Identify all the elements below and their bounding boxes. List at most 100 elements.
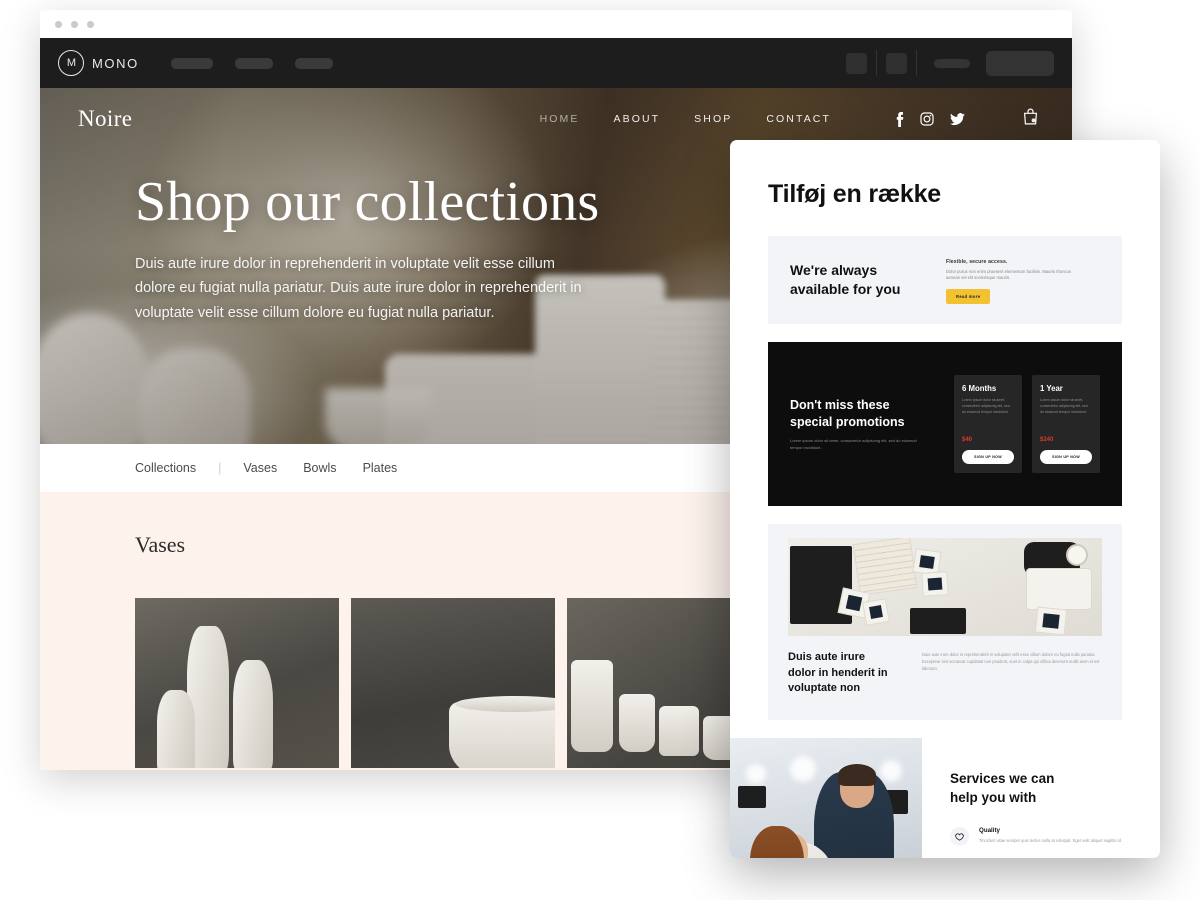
mono-logo-icon: M [58, 50, 84, 76]
screenshot-stage: M MONO Noire HOME ABOUT SHOP CONTACT Sho… [0, 0, 1200, 900]
service-quality-name: Quality [979, 827, 1000, 835]
toolbar-divider-2 [916, 50, 917, 76]
row2-heading-line1: Don't miss these [790, 397, 890, 412]
social-links [895, 111, 965, 127]
film-slide-2 [921, 571, 949, 597]
film-slide-4 [862, 598, 890, 626]
plan2-price: $240 [1040, 437, 1054, 443]
site-navbar: Noire HOME ABOUT SHOP CONTACT [40, 88, 1072, 132]
toolbar-icon-button-2[interactable] [886, 52, 907, 74]
projector-base [1026, 568, 1092, 610]
toolbar-menu-placeholders [170, 57, 333, 69]
heart-icon [950, 827, 969, 847]
row-template-image-text[interactable]: Duis aute irure dolor in henderit in vol… [768, 524, 1122, 720]
services-body: Services we can help you with Quality Ti… [922, 738, 1160, 858]
nav-link-shop[interactable]: SHOP [694, 113, 732, 125]
product-tile-vases[interactable] [135, 598, 339, 768]
cup-shape-3 [659, 706, 699, 756]
plan2-signup-button[interactable]: SIGN UP NOW [1040, 450, 1092, 464]
row2-heading-line2: special promotions [790, 415, 905, 430]
product-tile-bowls[interactable] [351, 598, 555, 768]
app-brand[interactable]: M MONO [58, 50, 139, 76]
two-people-in-store-photo [730, 738, 922, 858]
toolbar-primary-button[interactable] [986, 50, 1054, 76]
hero-subtitle: Duis aute irure dolor in reprehenderit i… [135, 256, 582, 321]
app-brand-label: MONO [92, 55, 139, 71]
services-heading-line2: help you with [950, 789, 1037, 805]
bokeh-1 [746, 764, 766, 784]
services-heading-line1: Services we can [950, 771, 1055, 786]
toolbar-menu-item-2[interactable] [234, 57, 273, 69]
instagram-icon[interactable] [920, 112, 934, 126]
facebook-icon[interactable] [895, 111, 904, 127]
row2-left: Don't miss these special promotions Lore… [790, 397, 918, 451]
plan1-signup-button[interactable]: SIGN UP NOW [962, 450, 1014, 464]
plan2-lorem: Lorem ipsum dolor sit amet, consectetur … [1040, 398, 1088, 414]
toolbar-text-placeholder[interactable] [934, 58, 970, 68]
row-template-promotions[interactable]: Don't miss these special promotions Lore… [768, 342, 1122, 506]
row3-heading-line3: voluptate non [788, 682, 861, 695]
app-toolbar: M MONO [40, 38, 1072, 88]
twitter-icon[interactable] [950, 112, 965, 126]
hero-title: Shop our collections [135, 171, 600, 233]
bokeh-2 [790, 756, 816, 782]
traffic-light-maximize[interactable] [87, 20, 94, 28]
bowl-shape-large [449, 702, 555, 768]
viewer-lens [1066, 544, 1088, 566]
site-nav-links: HOME ABOUT SHOP CONTACT [540, 108, 1038, 130]
nav-link-home[interactable]: HOME [540, 113, 580, 125]
shopping-bag-icon[interactable] [1023, 108, 1038, 130]
row3-lorem: Duis aute irure dolor in reprehenderit i… [922, 652, 1100, 671]
service-quality-text: Quality Tincidunt vitae semper quis lect… [979, 827, 1122, 846]
traffic-light-minimize[interactable] [71, 20, 78, 28]
toolbar-divider-1 [876, 50, 877, 76]
pricing-card-group: 6 Months Lorem ipsum dolor sit amet, con… [954, 375, 1100, 473]
browser-titlebar [40, 10, 1072, 38]
plan1-lorem: Lorem ipsum dolor sit amet, consectetur … [962, 398, 1010, 414]
person-standing-hair [838, 764, 876, 786]
cup-shape-1 [571, 660, 613, 752]
slide-tray-bottom [910, 608, 966, 634]
hero-plate-stack-1 [385, 354, 560, 444]
contact-sheet [852, 538, 918, 596]
toolbar-menu-item-1[interactable] [170, 57, 213, 69]
row3-heading: Duis aute irure dolor in henderit in vol… [788, 650, 902, 697]
toolbar-icon-button-1[interactable] [846, 52, 867, 74]
service-item-quality[interactable]: Quality Tincidunt vitae semper quis lect… [950, 827, 1134, 847]
row-template-list: We're always available for you Flexible,… [730, 236, 1122, 858]
toolbar-right-group [846, 50, 1054, 76]
hero-bowl-front [325, 388, 430, 444]
collections-separator: | [218, 461, 222, 475]
plan1-price: $40 [962, 437, 973, 443]
plan1-title: 6 Months [962, 384, 997, 393]
collections-item-vases[interactable]: Vases [243, 461, 277, 475]
row2-heading: Don't miss these special promotions [790, 397, 918, 432]
wall-screen-left [738, 786, 766, 808]
person-seated-hair [750, 826, 804, 858]
traffic-light-close[interactable] [55, 20, 62, 28]
collections-item-bowls[interactable]: Bowls [303, 461, 336, 475]
site-logo[interactable]: Noire [78, 106, 132, 132]
row2-lorem: Lorem ipsum dolor sit amet, consectetur … [790, 438, 917, 450]
film-slide-5 [1034, 606, 1068, 636]
hero-ceramic-2 [140, 348, 250, 444]
hero-ceramic-1 [40, 313, 150, 444]
vase-shape-small [157, 690, 195, 768]
nav-link-about[interactable]: ABOUT [613, 113, 660, 125]
pricing-card-1-year[interactable]: 1 Year Lorem ipsum dolor sit amet, conse… [1032, 375, 1100, 473]
plan2-title: 1 Year [1040, 384, 1063, 393]
collections-item-plates[interactable]: Plates [363, 461, 398, 475]
vase-shape-mid [233, 660, 273, 768]
camera-slides-flatlay-photo [788, 538, 1102, 636]
row3-heading-line2: dolor in henderit in [788, 666, 888, 679]
toolbar-menu-item-3[interactable] [294, 57, 333, 69]
collections-link[interactable]: Collections [135, 461, 196, 475]
pricing-card-6-months[interactable]: 6 Months Lorem ipsum dolor sit amet, con… [954, 375, 1022, 473]
services-heading: Services we can help you with [950, 770, 1134, 807]
row-template-services[interactable]: Services we can help you with Quality Ti… [730, 738, 1160, 858]
row3-text: Duis aute irure dolor in henderit in vol… [788, 650, 1102, 697]
nav-link-contact[interactable]: CONTACT [766, 113, 831, 125]
bokeh-4 [880, 760, 902, 782]
hero-copy: Shop our collections Duis aute irure dol… [40, 132, 1072, 325]
row3-heading-line1: Duis aute irure [788, 651, 866, 663]
